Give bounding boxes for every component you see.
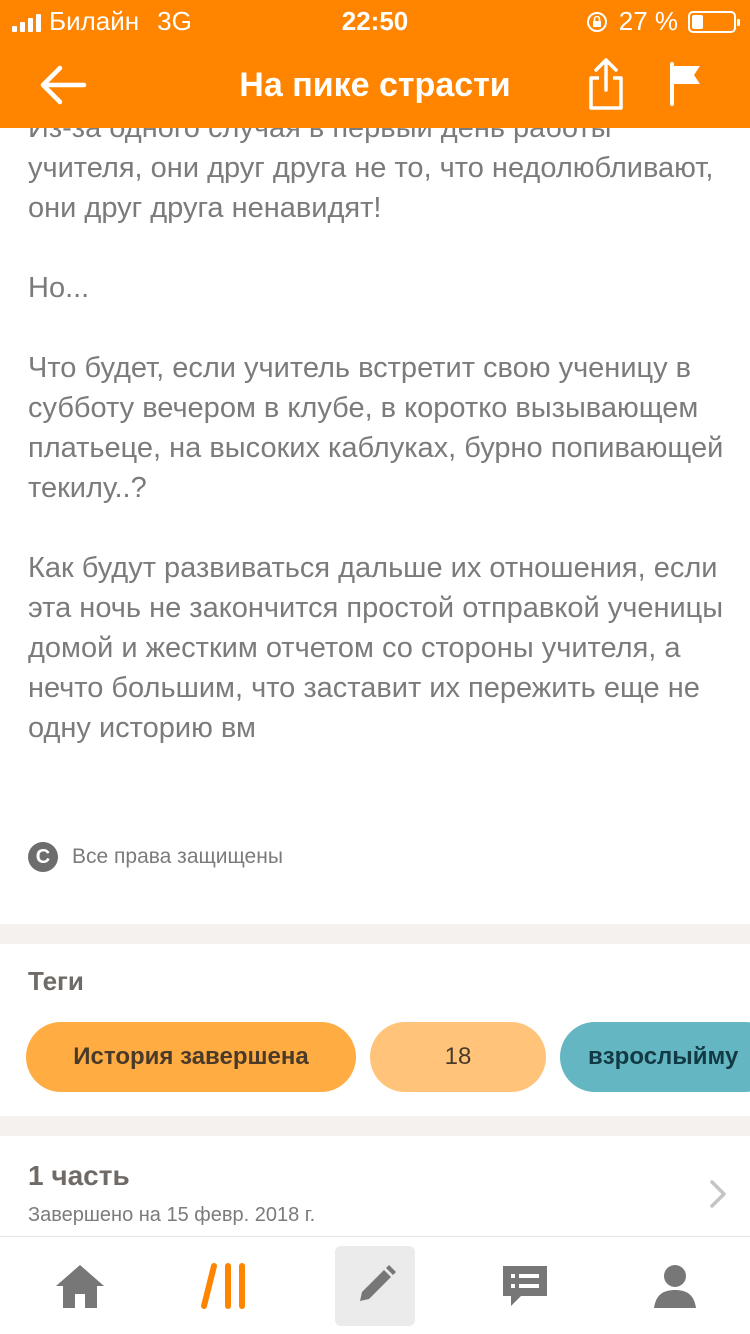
home-icon [56,1265,104,1308]
part-row[interactable]: 1 часть Завершено на 15 февр. 2018 г. [0,1136,750,1236]
write-icon [360,1265,396,1301]
chevron-right-icon [710,1180,726,1208]
share-icon[interactable] [586,56,626,112]
tag-adult[interactable]: взрослыйму [560,1022,750,1092]
story-description: Из-за одного случая в первый день работы… [28,128,728,788]
battery-percent: 27 % [618,6,678,36]
description-paragraph: Что будет, если учитель встретит свою уч… [28,352,724,504]
description-paragraph: Из-за одного случая в первый день работы… [28,128,714,224]
nav-library[interactable] [150,1237,300,1334]
tags-title: Теги [28,966,84,996]
battery-icon [688,10,740,33]
write-button-bg [335,1246,415,1326]
nav-home[interactable] [5,1237,155,1334]
flag-icon[interactable] [668,62,704,106]
app-header: На пике страсти [0,40,750,128]
messages-icon [503,1266,547,1306]
copyright-icon: C [28,842,58,872]
top-bar: Билайн 3G 22:50 27 % На пике страсти [0,0,750,128]
status-bar: Билайн 3G 22:50 27 % [0,0,750,40]
tags-list[interactable]: История завершена 18 взрослыйму [26,1022,750,1092]
nav-profile[interactable] [600,1237,750,1334]
copyright-text: Все права защищены [72,845,283,868]
story-description-card: Из-за одного случая в первый день работы… [0,128,750,924]
description-paragraph: Но... [28,272,90,304]
library-icon [201,1263,245,1309]
orientation-lock-icon [586,11,607,32]
status-right: 27 % [585,6,740,37]
description-paragraph: Как будут развиваться дальше их отношени… [28,552,724,744]
part-status: Завершено на 15 февр. 2018 г. [28,1204,316,1226]
nav-write[interactable] [300,1237,450,1334]
tag-completed[interactable]: История завершена [26,1022,356,1092]
tag-18[interactable]: 18 [370,1022,546,1092]
part-title: 1 часть [28,1160,130,1191]
battery-level [692,14,703,29]
page-title: На пике страсти [239,66,511,104]
profile-icon [654,1265,696,1308]
nav-messages[interactable] [450,1237,600,1334]
tags-section: Теги История завершена 18 взрослыйму [0,944,750,1116]
copyright-notice: C Все права защищены [28,842,283,872]
bottom-nav [0,1236,750,1334]
